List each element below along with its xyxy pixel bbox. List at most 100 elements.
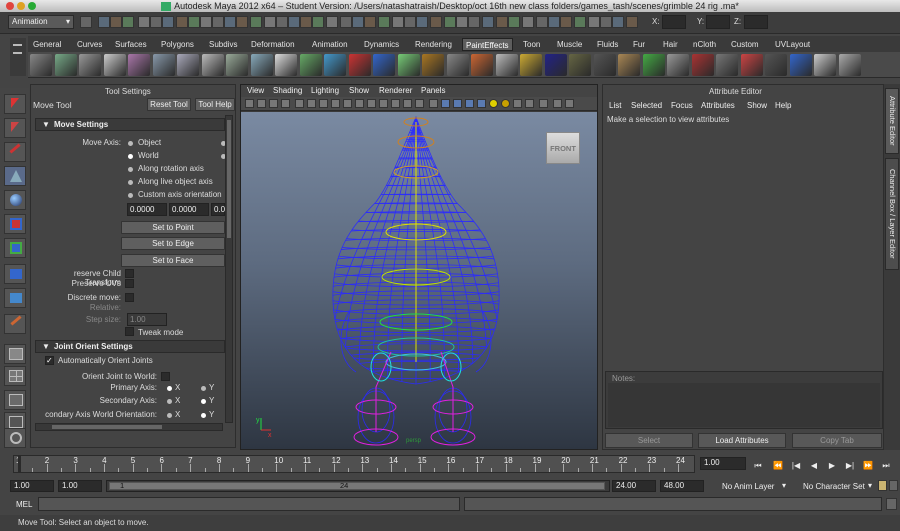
attribute-menu-focus[interactable]: Focus [671,101,693,110]
viewport-toolbar-icon-27[interactable] [565,99,574,108]
status-line-icon-32[interactable] [482,16,494,28]
y-coord-input[interactable] [706,15,730,29]
shelf-tab-deformation[interactable]: Deformation [248,38,298,51]
viewport-toolbar-icon-15[interactable] [415,99,424,108]
status-line-icon-16[interactable] [276,16,288,28]
reset-tool-button[interactable]: Reset Tool [147,98,191,111]
status-line-icon-40[interactable] [588,16,600,28]
viewport-toolbar-icon-19[interactable] [465,99,474,108]
character-set-label[interactable]: No Character Set [803,482,865,491]
status-line-icon-30[interactable] [456,16,468,28]
move-tool-icon[interactable] [4,166,26,186]
z-coord-input[interactable] [744,15,768,29]
status-line-icon-19[interactable] [312,16,324,28]
set-to-face-button[interactable]: Set to Face [121,254,225,267]
shelf-tab-ncloth[interactable]: nCloth [690,38,719,51]
shelf-tab-animation[interactable]: Animation [309,38,351,51]
shelf-brush-icon-13[interactable] [324,54,346,76]
shelf-tab-general[interactable]: General [30,38,64,51]
step-size-field[interactable]: 1.00 [127,313,167,326]
viewport-toolbar-icon-25[interactable] [539,99,548,108]
notes-textarea[interactable] [608,383,880,427]
status-line-icon-41[interactable] [600,16,612,28]
viewport-toolbar-icon-12[interactable] [379,99,388,108]
status-line-icon-22[interactable] [352,16,364,28]
step-forward-frame-icon[interactable]: ▶| [844,460,856,471]
select-tool-icon[interactable] [4,94,26,114]
viewport-menu-panels[interactable]: Panels [421,86,445,95]
tweak-mode-checkbox[interactable] [125,327,134,336]
lasso-tool-icon[interactable] [4,118,26,138]
horizontal-scrollbar[interactable] [35,423,223,431]
shelf-brush-icon-29[interactable] [716,54,738,76]
viewport-toolbar-icon-1[interactable] [245,99,254,108]
character-set-chevron-icon[interactable]: ▾ [868,481,872,490]
shelf-tab-fur[interactable]: Fur [630,38,648,51]
shelf-brush-icon-33[interactable] [814,54,836,76]
shelf-brush-icon-32[interactable] [789,54,812,76]
x-coord-input[interactable] [662,15,686,29]
status-line-icon-17[interactable] [288,16,300,28]
joint-orient-section-header[interactable]: ▼ Joint Orient Settings [35,340,225,353]
status-line-icon-1[interactable] [80,16,92,28]
menu-set-dropdown[interactable]: Animation ▾ [8,15,74,29]
shelf-brush-icon-24[interactable] [593,54,616,76]
show-manipulator-icon[interactable] [4,288,26,308]
four-pane-layout-icon[interactable] [4,366,26,386]
shelf-tab-fluids[interactable]: Fluids [594,38,621,51]
status-line-icon-31[interactable] [468,16,480,28]
shelf-menu-icon[interactable] [10,38,26,76]
radio-world[interactable] [128,154,133,159]
shelf-tab-hair[interactable]: Hair [660,38,681,51]
minimize-window-button[interactable] [17,2,25,10]
radio-live-object-axis[interactable] [128,180,133,185]
shelf-tab-uvlayout[interactable]: UVLayout [772,38,813,51]
primary-axis-x-radio[interactable] [167,386,172,391]
viewport-canvas[interactable]: FRONT y x persp [241,112,597,449]
viewport-toolbar-icon-8[interactable] [331,99,340,108]
attribute-menu-help[interactable]: Help [775,101,791,110]
character-wireframe[interactable]: y x [241,112,597,449]
shelf-brush-icon-9[interactable] [226,54,248,76]
status-line-icon-18[interactable] [300,16,312,28]
set-to-edge-button[interactable]: Set to Edge [121,237,225,250]
rotate-tool-icon[interactable] [4,190,26,210]
status-line-icon-20[interactable] [326,16,338,28]
shelf-brush-icon-25[interactable] [618,54,640,76]
tab-channel-box[interactable]: Channel Box / Layer Editor [885,158,899,270]
set-to-point-button[interactable]: Set to Point [121,221,225,234]
custom-axis-x-field[interactable]: 0.0000 [127,203,167,216]
range-slider[interactable]: 1 24 [106,480,610,492]
viewport-toolbar-icon-17[interactable] [441,99,450,108]
status-line-icon-7[interactable] [162,16,174,28]
viewport-toolbar-icon-13[interactable] [391,99,400,108]
status-line-icon-29[interactable] [444,16,456,28]
status-line-icon-36[interactable] [536,16,548,28]
radio-object[interactable] [128,141,133,146]
status-line-icon-39[interactable] [574,16,586,28]
hypershade-layout-icon[interactable] [4,428,26,448]
play-backwards-icon[interactable]: ◀ [808,460,820,471]
shelf-tab-muscle[interactable]: Muscle [554,38,585,51]
shelf-brush-icon-14[interactable] [348,54,371,76]
viewport-toolbar-icon-21[interactable] [489,99,498,108]
range-slider-handle[interactable]: 1 24 [109,481,605,490]
viewport-toolbar-icon-18[interactable] [453,99,462,108]
viewport-toolbar-icon-5[interactable] [295,99,304,108]
shelf-brush-icon-20[interactable] [495,54,518,76]
shelf-brush-icon-7[interactable] [177,54,199,76]
viewport-toolbar-icon-3[interactable] [269,99,278,108]
secondary-world-x-radio[interactable] [167,413,172,418]
animation-start-field[interactable]: 1.00 [10,480,54,492]
shelf-tab-toon[interactable]: Toon [520,38,543,51]
load-attributes-button[interactable]: Load Attributes [698,433,786,448]
notes-area[interactable]: Notes: [605,371,883,429]
status-line-icon-24[interactable] [378,16,390,28]
step-back-frame-icon[interactable]: |◀ [790,460,802,471]
primary-axis-y-radio[interactable] [201,386,206,391]
current-time-field[interactable]: 1.00 [700,457,746,470]
viewport-menu-lighting[interactable]: Lighting [311,86,339,95]
status-line-icon-11[interactable] [212,16,224,28]
viewport-toolbar-icon-9[interactable] [343,99,352,108]
script-editor-icon[interactable] [886,498,897,510]
